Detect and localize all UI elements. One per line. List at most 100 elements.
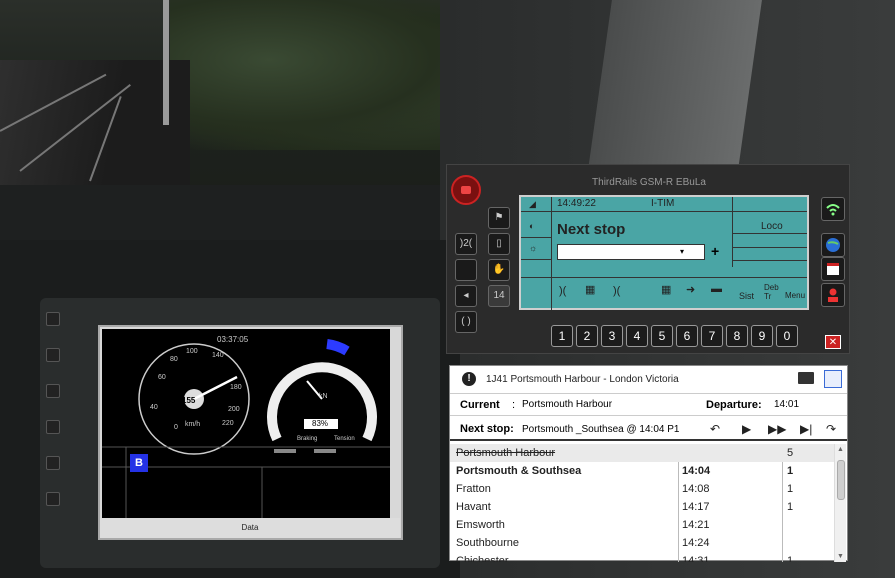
svg-text:0: 0 (174, 424, 178, 431)
scroll-thumb[interactable] (837, 460, 845, 500)
contrast-icon: ◐ (529, 221, 535, 231)
radio-icon[interactable]: )2( (455, 233, 477, 255)
next-stop-row: Next stop: Portsmouth _Southsea @ 14:04 … (450, 417, 847, 441)
key-5[interactable]: 5 (651, 325, 673, 347)
calendar-icon[interactable] (821, 257, 845, 281)
wifi-icon[interactable] (821, 197, 845, 221)
speed-value: 155 (182, 396, 196, 405)
add-stop-button[interactable]: + (711, 243, 719, 259)
scrollbar[interactable]: ▲ ▼ (834, 444, 846, 562)
couple-icon[interactable]: )( (559, 285, 566, 297)
close-icon[interactable]: ✕ (825, 335, 841, 349)
key-4[interactable]: 4 (626, 325, 648, 347)
catenary-pole (163, 0, 169, 125)
stop-time: 14:24 (682, 537, 710, 549)
key-7[interactable]: 7 (701, 325, 723, 347)
dmi-display: 03:37:05 0 40 60 80 100 140 180 200 220 (98, 325, 403, 540)
person-icon[interactable] (821, 283, 845, 307)
table-row[interactable]: Portsmouth Harbour 5 (450, 444, 835, 462)
key-1[interactable]: 1 (551, 325, 573, 347)
screen-mode: I-TIM (651, 198, 675, 209)
timetable-header: ! 1J41 Portsmouth Harbour - London Victo… (450, 366, 847, 394)
next-stop-select[interactable]: ▾ (557, 244, 705, 260)
key-3[interactable]: 3 (601, 325, 623, 347)
grid-icon[interactable]: ▦ (585, 283, 595, 296)
play-icon[interactable]: ▶ (742, 422, 751, 436)
hand-icon[interactable]: ✋ (488, 259, 510, 281)
svg-text:220: 220 (222, 420, 234, 427)
stop-time: 14:08 (682, 483, 710, 495)
braking-label: Braking (297, 436, 318, 442)
bracket-button[interactable]: ( ) (455, 311, 477, 333)
next-stop-label: Next stop (557, 221, 626, 238)
train-icon[interactable]: ▬ (711, 283, 722, 295)
menu-button[interactable]: Menu (785, 291, 805, 300)
key-9[interactable]: 9 (751, 325, 773, 347)
table-row[interactable]: Southbourne 14:24 (450, 534, 835, 552)
skip-end-icon[interactable]: ▶| (800, 422, 812, 436)
departure-label: Departure: (706, 399, 762, 411)
stop-station: Havant (456, 501, 491, 513)
flag-icon[interactable]: ⚑ (488, 207, 510, 229)
dmi-gauges: 0 40 60 80 100 140 180 200 220 (102, 339, 390, 519)
stop-station: Southbourne (456, 537, 519, 549)
deb-tr-button[interactable]: Deb Tr (764, 283, 784, 301)
stops-list: Portsmouth Harbour 5 Portsmouth & Southsea… (450, 444, 847, 562)
ebula-screen: ◢ ◐ ☼ 14:49:22 I-TIM Loco Next stop ▾ + … (519, 195, 809, 310)
key-2[interactable]: 2 (576, 325, 598, 347)
ebula-device: ThirdRails GSM-R EBuLa )2( ◂ ( ) ⚑ ▯ ✋ 1… (446, 164, 850, 354)
svg-text:140: 140 (212, 352, 224, 359)
folder-icon[interactable] (798, 372, 814, 384)
globe-icon[interactable] (821, 233, 845, 257)
uncouple-icon[interactable]: )( (613, 285, 620, 297)
menu-square-button[interactable] (455, 259, 477, 281)
number-keypad: 1234567890 (551, 325, 801, 347)
current-row: Current : Portsmouth Harbour Departure: … (450, 394, 847, 416)
cup-icon[interactable]: ▯ (488, 233, 510, 255)
redo-icon[interactable]: ↷ (826, 422, 836, 436)
svg-text:60: 60 (158, 374, 166, 381)
fast-forward-icon[interactable]: ▶▶ (768, 422, 786, 436)
table-row[interactable]: Portsmouth & Southsea 14:04 1 (450, 462, 835, 480)
key-6[interactable]: 6 (676, 325, 698, 347)
key-0[interactable]: 0 (776, 325, 798, 347)
timetable-clock-icon[interactable] (824, 370, 842, 388)
svg-text:200: 200 (228, 406, 240, 413)
b-indicator: B (130, 454, 148, 472)
channel-button[interactable]: 14 (488, 285, 510, 307)
alert-icon: ! (462, 372, 476, 386)
brightness-icon: ☼ (529, 243, 538, 253)
table-row[interactable]: Fratton 14:08 1 (450, 480, 835, 498)
stop-time: 14:31 (682, 555, 710, 562)
stop-station: Fratton (456, 483, 491, 495)
dmi-bottom-bar[interactable]: Data (100, 518, 400, 538)
svg-text:180: 180 (230, 384, 242, 391)
stop-time: 14:04 (682, 465, 711, 477)
stop-platform: 1 (787, 465, 794, 477)
departure-time: 14:01 (774, 399, 800, 410)
table-row[interactable]: Chichester 14:31 1 (450, 552, 835, 562)
stop-platform: 1 (787, 555, 794, 562)
sist-button[interactable]: Sist (739, 291, 754, 301)
ebula-title: ThirdRails GSM-R EBuLa (592, 177, 706, 188)
stop-station: Portsmouth & Southsea (456, 465, 582, 477)
transfer-icon[interactable]: ➜ (686, 283, 695, 296)
key-8[interactable]: 8 (726, 325, 748, 347)
stop-time: 14:17 (682, 501, 710, 513)
panel-icon[interactable]: ▦ (661, 283, 671, 296)
pressure-value: 83% (312, 419, 329, 428)
loco-label: Loco (761, 221, 783, 232)
cab-pillar (588, 0, 762, 170)
speed-unit: km/h (185, 421, 201, 428)
dmi-screen: 03:37:05 0 40 60 80 100 140 180 200 220 (102, 329, 390, 519)
speaker-icon[interactable]: ◂ (455, 285, 477, 307)
gsmr-logo-icon[interactable] (451, 175, 481, 205)
undo-icon[interactable]: ↶ (710, 422, 720, 436)
stop-platform: 5 (787, 447, 794, 459)
timetable-panel: ! 1J41 Portsmouth Harbour - London Victo… (449, 365, 848, 562)
tension-label: Tension (334, 436, 355, 442)
stop-station: Emsworth (456, 519, 505, 531)
table-row[interactable]: Emsworth 14:21 (450, 516, 835, 534)
stop-time: 14:21 (682, 519, 710, 531)
table-row[interactable]: Havant 14:17 1 (450, 498, 835, 516)
